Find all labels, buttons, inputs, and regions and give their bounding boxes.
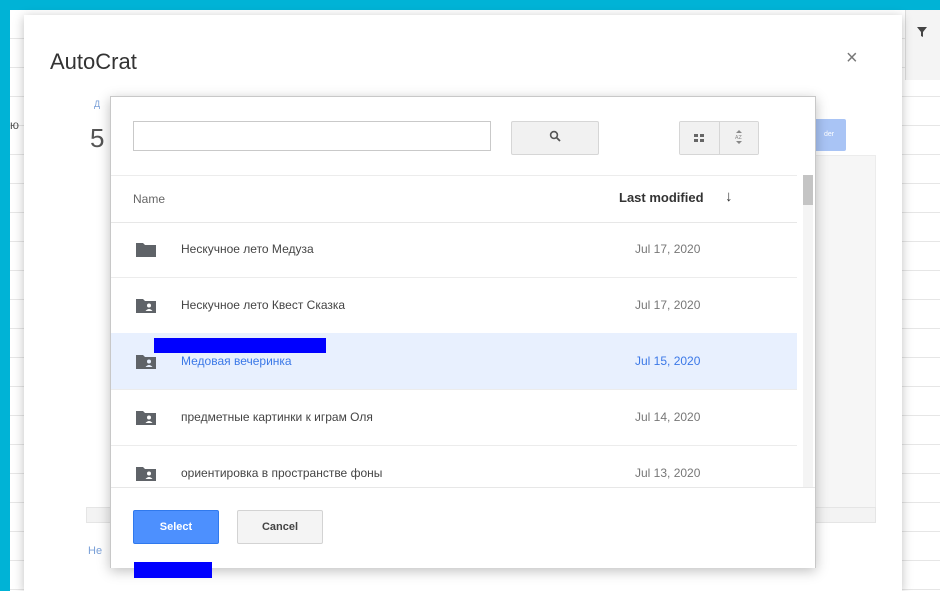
file-date: Jul 17, 2020 bbox=[635, 298, 701, 312]
arrow-down-icon[interactable]: ↓ bbox=[725, 188, 733, 205]
file-name: предметные картинки к играм Оля bbox=[181, 410, 373, 424]
dialog-help-link[interactable]: He bbox=[88, 545, 102, 557]
scrollbar-track[interactable] bbox=[803, 175, 813, 487]
search-input[interactable] bbox=[133, 121, 491, 151]
list-item[interactable]: предметные картинки к играм Оля Jul 14, … bbox=[111, 389, 797, 446]
list-item[interactable]: Нескучное лето Медуза Jul 17, 2020 bbox=[111, 221, 797, 278]
grid-view-button[interactable] bbox=[680, 122, 719, 154]
shared-folder-icon bbox=[135, 353, 157, 370]
select-button[interactable]: Select bbox=[133, 510, 219, 544]
file-date: Jul 15, 2020 bbox=[635, 354, 701, 368]
file-list: Нескучное лето Медуза Jul 17, 2020 Неску… bbox=[111, 221, 797, 487]
shared-folder-icon bbox=[135, 409, 157, 426]
dialog-action-button[interactable]: der bbox=[812, 119, 846, 151]
file-name: Медовая вечеринка bbox=[181, 354, 292, 368]
grid-view-icon bbox=[693, 131, 705, 146]
view-toggle-group: AZ bbox=[679, 121, 759, 155]
dialog-title: AutoCrat bbox=[50, 49, 137, 74]
list-header: Name Last modified ↓ bbox=[111, 175, 797, 223]
column-header-name[interactable]: Name bbox=[133, 192, 165, 206]
shared-folder-icon bbox=[135, 297, 157, 314]
sort-az-icon: AZ bbox=[733, 129, 745, 148]
file-date: Jul 13, 2020 bbox=[635, 466, 701, 480]
search-button[interactable] bbox=[511, 121, 599, 155]
column-header-last-modified[interactable]: Last modified bbox=[619, 190, 704, 205]
spreadsheet-toolbar-edge bbox=[905, 10, 940, 80]
list-item[interactable]: ориентировка в пространстве фоны Jul 13,… bbox=[111, 445, 797, 487]
spreadsheet-cell-text: ю bbox=[10, 118, 19, 132]
svg-text:AZ: AZ bbox=[735, 135, 742, 141]
dialog-scroll-area bbox=[812, 155, 876, 522]
folder-icon bbox=[135, 241, 157, 258]
dialog-step-number: 5 bbox=[90, 123, 105, 153]
file-date: Jul 17, 2020 bbox=[635, 242, 701, 256]
search-icon bbox=[549, 129, 561, 147]
file-date: Jul 14, 2020 bbox=[635, 410, 701, 424]
picker-footer: Select Cancel bbox=[111, 487, 815, 568]
close-icon[interactable]: × bbox=[846, 47, 858, 70]
file-name: Нескучное лето Медуза bbox=[181, 242, 314, 256]
cancel-button[interactable]: Cancel bbox=[237, 510, 323, 544]
file-name: ориентировка в пространстве фоны bbox=[181, 466, 383, 480]
redaction-box bbox=[154, 338, 326, 353]
redaction-box bbox=[134, 562, 212, 578]
file-picker: AZ Name Last modified ↓ Нескучное лето М… bbox=[110, 96, 816, 568]
dialog-step-label: Д bbox=[94, 99, 101, 109]
shared-folder-icon bbox=[135, 465, 157, 482]
file-name: Нескучное лето Квест Сказка bbox=[181, 298, 346, 312]
sort-az-button[interactable]: AZ bbox=[718, 122, 758, 154]
list-item[interactable]: Нескучное лето Квест Сказка Jul 17, 2020 bbox=[111, 277, 797, 334]
scrollbar-thumb[interactable] bbox=[803, 175, 813, 205]
filter-icon[interactable] bbox=[916, 26, 928, 41]
